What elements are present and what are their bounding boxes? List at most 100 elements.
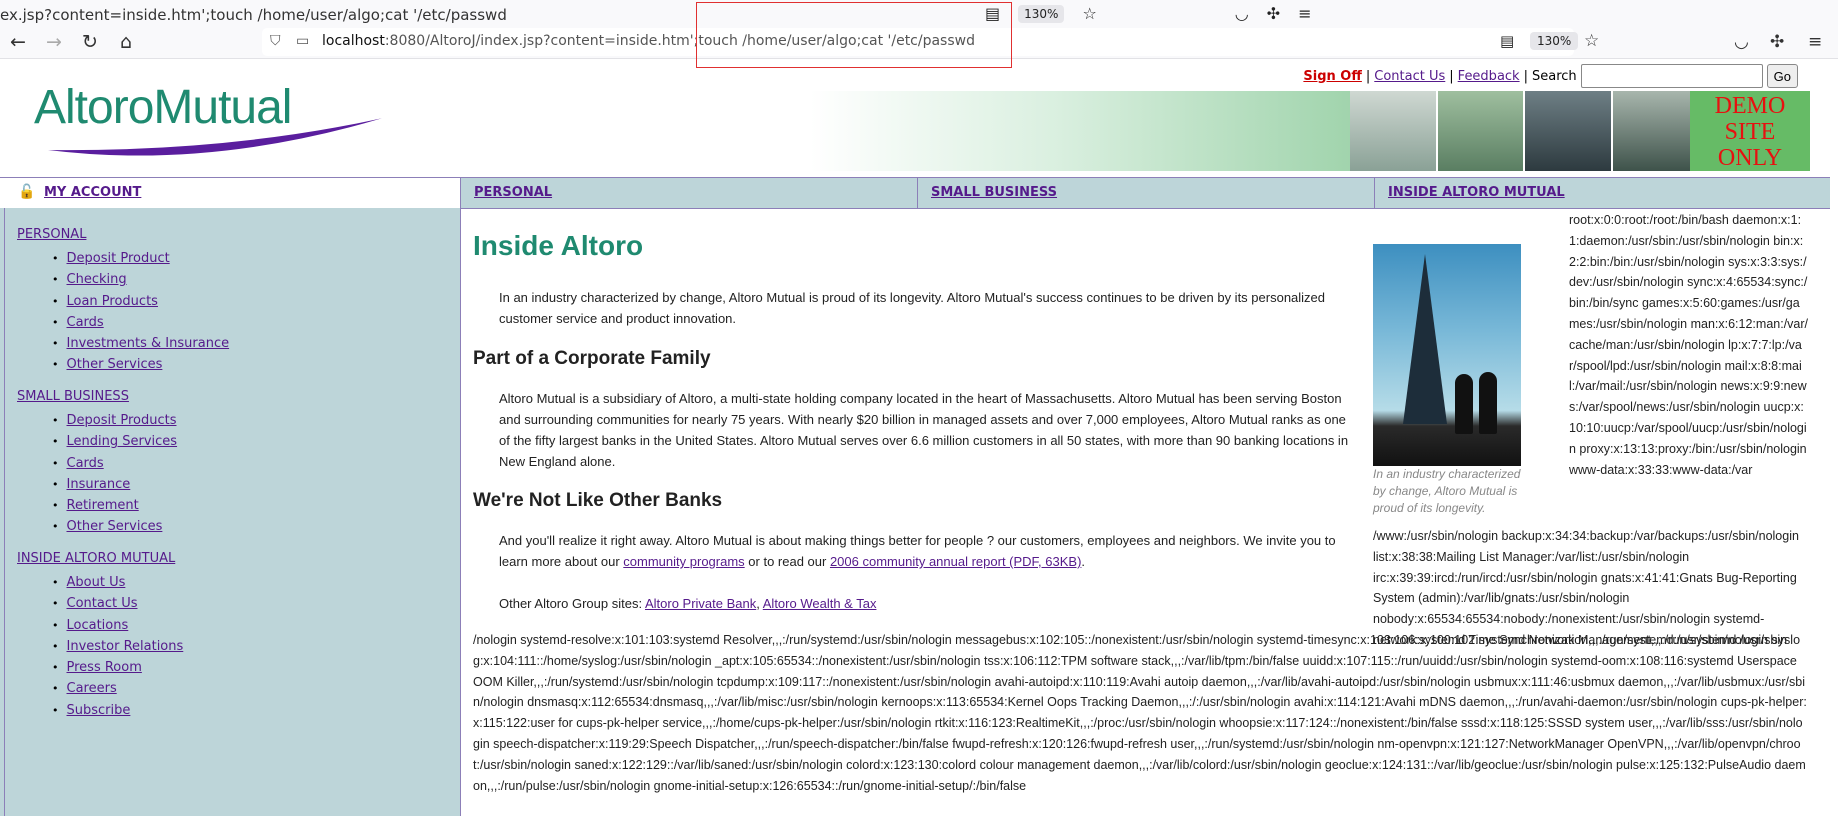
lock-icon: 🔓 xyxy=(18,184,36,200)
list-item: Checking xyxy=(52,269,229,290)
banner-photo xyxy=(1350,91,1438,171)
banner-photo xyxy=(1437,91,1525,171)
tab-inside-altoro-link[interactable]: INSIDE ALTORO MUTUAL xyxy=(1388,185,1565,200)
person-silhouette xyxy=(1479,372,1497,434)
menu-icon[interactable]: ≡ xyxy=(1808,32,1822,52)
personal-list: Deposit Product Checking Loan Products C… xyxy=(52,248,230,376)
pocket-icon[interactable]: ◡ xyxy=(1734,32,1749,52)
sidebar-item-deposit-products[interactable]: Deposit Products xyxy=(67,413,177,428)
reload-icon[interactable]: ↻ xyxy=(78,30,102,54)
sidebar-item-other-services[interactable]: Other Services xyxy=(67,357,163,372)
pocket-icon: ◡ xyxy=(1234,4,1249,23)
sidebar-section-inside-altoro[interactable]: INSIDE ALTORO MUTUAL xyxy=(17,551,175,566)
list-item: Insurance xyxy=(52,474,177,495)
search-input[interactable] xyxy=(1580,64,1763,88)
list-item: Deposit Product xyxy=(52,248,229,269)
sidebar-item-deposit-product[interactable]: Deposit Product xyxy=(67,251,170,266)
page-info-icon[interactable]: ▭ xyxy=(296,33,309,49)
list-item: Contact Us xyxy=(52,593,183,614)
sidebar-item-insurance[interactable]: Insurance xyxy=(67,477,131,492)
sidebar-item-press-room[interactable]: Press Room xyxy=(67,660,142,675)
header-links: Sign Off | Contact Us | Feedback | Searc… xyxy=(1303,64,1798,88)
ghost-zoom-badge: 130% xyxy=(1018,4,1065,23)
altoro-wealth-tax-link[interactable]: Altoro Wealth & Tax xyxy=(763,596,877,611)
extensions-icon[interactable]: ✣ xyxy=(1770,32,1784,52)
list-item: Cards xyxy=(52,453,177,474)
sidebar-item-about-us[interactable]: About Us xyxy=(67,575,126,590)
corporate-family-heading: Part of a Corporate Family xyxy=(473,348,711,369)
feedback-link[interactable]: Feedback xyxy=(1458,69,1520,84)
inside-altoro-list: About Us Contact Us Locations Investor R… xyxy=(52,572,184,721)
list-item: Investments & Insurance xyxy=(52,333,230,354)
url-host: localhost xyxy=(322,33,385,49)
sidebar-item-investments-insurance[interactable]: Investments & Insurance xyxy=(67,336,230,351)
go-button[interactable]: Go xyxy=(1766,64,1798,88)
zoom-badge[interactable]: 130% xyxy=(1530,32,1579,50)
sidebar-item-contact-us[interactable]: Contact Us xyxy=(67,596,138,611)
sidebar-item-retirement[interactable]: Retirement xyxy=(67,498,139,513)
list-item: Loan Products xyxy=(52,291,229,312)
altoro-mutual-logo[interactable]: AltoroMutual xyxy=(28,80,388,160)
intro-paragraph: In an industry characterized by change, … xyxy=(499,290,1326,326)
sidebar-border xyxy=(4,208,5,816)
main-content: Inside Altoro In an industry characteriz… xyxy=(461,208,1838,816)
sidebar-item-lending-services[interactable]: Lending Services xyxy=(67,434,178,449)
list-item: Deposit Products xyxy=(52,410,177,431)
banner-photos xyxy=(1350,91,1700,171)
photo-caption: In an industry characterized by change, … xyxy=(1373,467,1521,515)
passwd-output-top: root:x:0:0:root:/root:/bin/bash daemon:x… xyxy=(1569,213,1809,477)
list-item: Investor Relations xyxy=(52,636,184,657)
skyline-photo xyxy=(1373,244,1521,466)
sidebar-item-locations[interactable]: Locations xyxy=(67,618,129,633)
person-silhouette xyxy=(1455,374,1473,434)
my-account-cell: 🔓 MY ACCOUNT xyxy=(0,178,461,208)
tab-inside-altoro[interactable]: INSIDE ALTORO MUTUAL xyxy=(1375,178,1830,208)
sidebar-item-checking[interactable]: Checking xyxy=(67,272,127,287)
altoro-private-bank-link[interactable]: Altoro Private Bank xyxy=(645,596,756,611)
sidebar-section-small-business[interactable]: SMALL BUSINESS xyxy=(17,389,129,404)
tab-small-business[interactable]: SMALL BUSINESS xyxy=(918,178,1375,208)
sidebar-item-subscribe[interactable]: Subscribe xyxy=(67,703,131,718)
sidebar-item-cards[interactable]: Cards xyxy=(67,315,104,330)
highlight-box xyxy=(696,2,1012,68)
search-label: Search xyxy=(1531,68,1577,84)
other-group-sites: Other Altoro Group sites: Altoro Private… xyxy=(499,593,1359,614)
community-programs-link[interactable]: community programs xyxy=(623,554,744,569)
sidebar-item-investor-relations[interactable]: Investor Relations xyxy=(67,639,184,654)
not-like-other-banks-heading: We're Not Like Other Banks xyxy=(473,490,723,511)
contact-us-link[interactable]: Contact Us xyxy=(1374,69,1445,84)
list-item: Careers xyxy=(52,678,183,699)
main-nav: 🔓 MY ACCOUNT PERSONAL SMALL BUSINESS INS… xyxy=(0,177,1830,209)
separator: | xyxy=(1365,68,1371,84)
tower-shape xyxy=(1403,254,1447,424)
home-icon[interactable]: ⌂ xyxy=(114,30,138,54)
paragraph-text: . xyxy=(1081,554,1086,569)
group-sites-label: Other Altoro Group sites: xyxy=(499,596,645,611)
bookmark-star-icon[interactable]: ☆ xyxy=(1584,31,1599,51)
annual-report-link[interactable]: 2006 community annual report (PDF, 63KB) xyxy=(830,554,1081,569)
sidebar-item-other-services[interactable]: Other Services xyxy=(67,519,163,534)
back-arrow-icon[interactable]: ← xyxy=(6,30,30,54)
my-account-link[interactable]: MY ACCOUNT xyxy=(44,185,141,200)
sidebar-section-personal[interactable]: PERSONAL xyxy=(17,227,86,242)
separator: | xyxy=(1449,68,1454,84)
list-item: About Us xyxy=(52,572,183,593)
tab-personal[interactable]: PERSONAL xyxy=(461,178,918,208)
list-item: Locations xyxy=(52,615,183,636)
header-banner: DEMO SITE ONLY xyxy=(810,91,1810,171)
shield-icon: ⛉ xyxy=(270,33,281,49)
paragraph-text: or to read our xyxy=(744,554,830,569)
forward-arrow-icon[interactable]: → xyxy=(42,30,66,54)
tab-small-business-link[interactable]: SMALL BUSINESS xyxy=(931,185,1057,200)
sidebar-item-cards[interactable]: Cards xyxy=(67,456,104,471)
list-item: Other Services xyxy=(52,354,229,375)
sidebar-item-loan-products[interactable]: Loan Products xyxy=(67,294,158,309)
list-item: Cards xyxy=(52,312,229,333)
separator: | xyxy=(1523,68,1528,84)
sign-off-link[interactable]: Sign Off xyxy=(1303,69,1362,84)
reader-view-icon[interactable]: ▤ xyxy=(1500,32,1514,50)
sidebar-item-careers[interactable]: Careers xyxy=(67,681,117,696)
banner-photo xyxy=(1525,91,1613,171)
tab-personal-link[interactable]: PERSONAL xyxy=(474,185,552,200)
list-item: Other Services xyxy=(52,516,177,537)
